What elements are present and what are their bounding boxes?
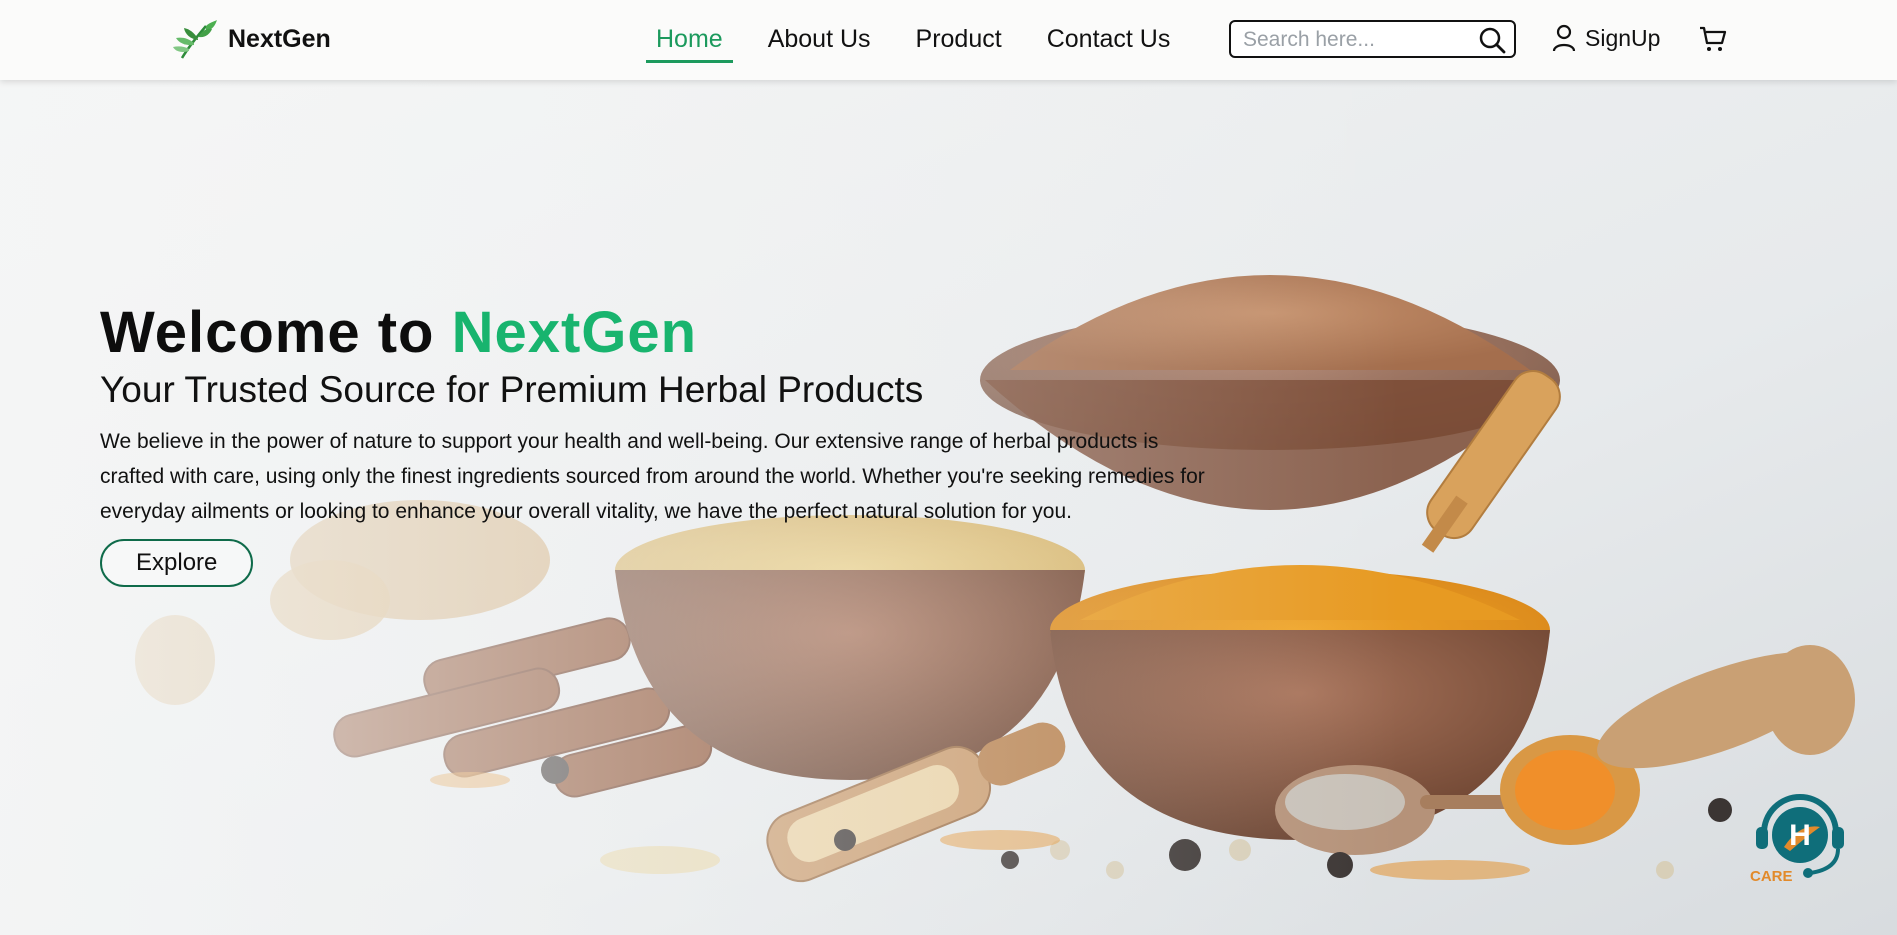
nav-contact-us[interactable]: Contact Us [1037,22,1181,63]
main-nav: Home About Us Product Contact Us [646,22,1205,63]
nav-home[interactable]: Home [646,22,733,63]
nav-about-us[interactable]: About Us [758,22,881,63]
signup-button[interactable]: SignUp [1551,24,1660,52]
user-icon [1552,24,1576,52]
hero-paragraph: We believe in the power of nature to sup… [100,430,1205,523]
hero-title-prefix: Welcome to [100,300,435,365]
hero-subtitle: Your Trusted Source for Premium Herbal P… [100,369,924,410]
search-input[interactable] [1241,26,1475,54]
search-box [1229,20,1516,58]
search-icon[interactable] [1478,26,1506,54]
nav-product[interactable]: Product [906,22,1012,63]
signup-label: SignUp [1585,24,1661,51]
top-navbar: NextGen Home About Us Product Contact Us… [0,0,1897,80]
cart-icon[interactable] [1698,24,1728,54]
brand-name: NextGen [228,24,331,53]
leaf-logo-icon [173,20,217,59]
explore-button[interactable]: Explore [100,539,254,587]
care-badge-label: CARE [1750,868,1793,885]
hero-section: Welcome to NextGen Your Trusted Source f… [0,80,1897,935]
hero-title: Welcome to NextGen [100,298,1220,368]
brand[interactable]: NextGen [172,18,331,60]
care-badge-letter: H [1789,819,1811,852]
hero-title-brand: NextGen [451,300,698,365]
hero-text: Welcome to NextGen Your Trusted Source f… [100,298,1220,587]
